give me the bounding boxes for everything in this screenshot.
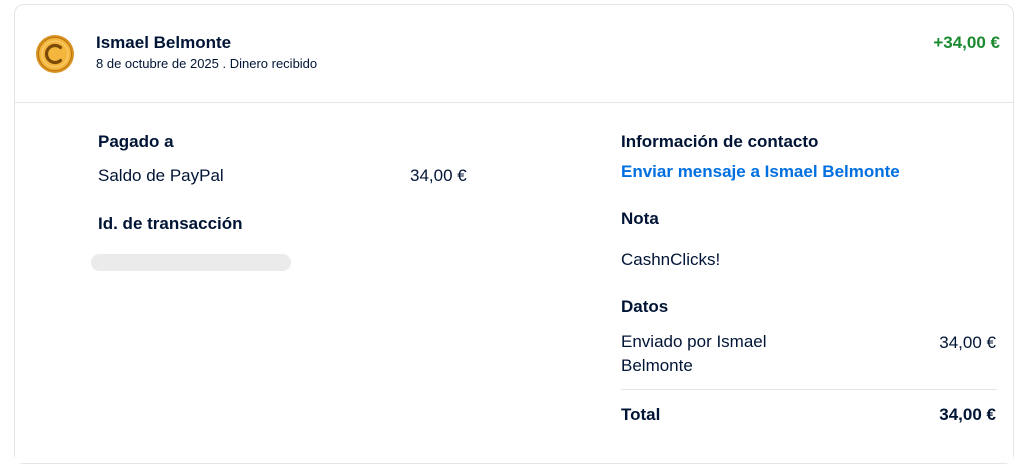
contact-info-heading: Información de contacto xyxy=(621,132,819,151)
send-message-link[interactable]: Enviar mensaje a Ismael Belmonte xyxy=(621,162,900,182)
transaction-details: Pagado a Saldo de PayPal 34,00 € Id. de … xyxy=(15,103,1013,463)
sent-by-line-1: Enviado por Ismael xyxy=(621,332,767,351)
sent-by-amount: 34,00 € xyxy=(939,333,996,352)
details-divider xyxy=(621,389,997,390)
transaction-id-heading: Id. de transacción xyxy=(98,214,243,233)
note-heading: Nota xyxy=(621,209,659,228)
transaction-date-type: 8 de octubre de 2025 . Dinero recibido xyxy=(96,56,318,71)
coin-icon xyxy=(36,35,74,73)
details-heading: Datos xyxy=(621,297,669,316)
sent-by-line-2: Belmonte xyxy=(621,356,693,375)
transaction-card: Ismael Belmonte 8 de octubre de 2025 . D… xyxy=(14,4,1014,464)
total-label: Total xyxy=(621,405,661,424)
transaction-header: Ismael Belmonte 8 de octubre de 2025 . D… xyxy=(15,5,1013,103)
balance-amount: 34,00 € xyxy=(410,166,467,185)
payer-name: Ismael Belmonte xyxy=(96,33,232,52)
transaction-amount: +34,00 € xyxy=(933,33,1000,52)
note-text: CashnClicks! xyxy=(621,250,721,269)
transaction-id-redacted xyxy=(91,254,291,271)
total-amount: 34,00 € xyxy=(939,405,996,424)
paid-to-heading: Pagado a xyxy=(98,132,174,151)
sent-by-label: Enviado por Ismael Belmonte xyxy=(621,330,767,378)
balance-label: Saldo de PayPal xyxy=(98,166,224,185)
